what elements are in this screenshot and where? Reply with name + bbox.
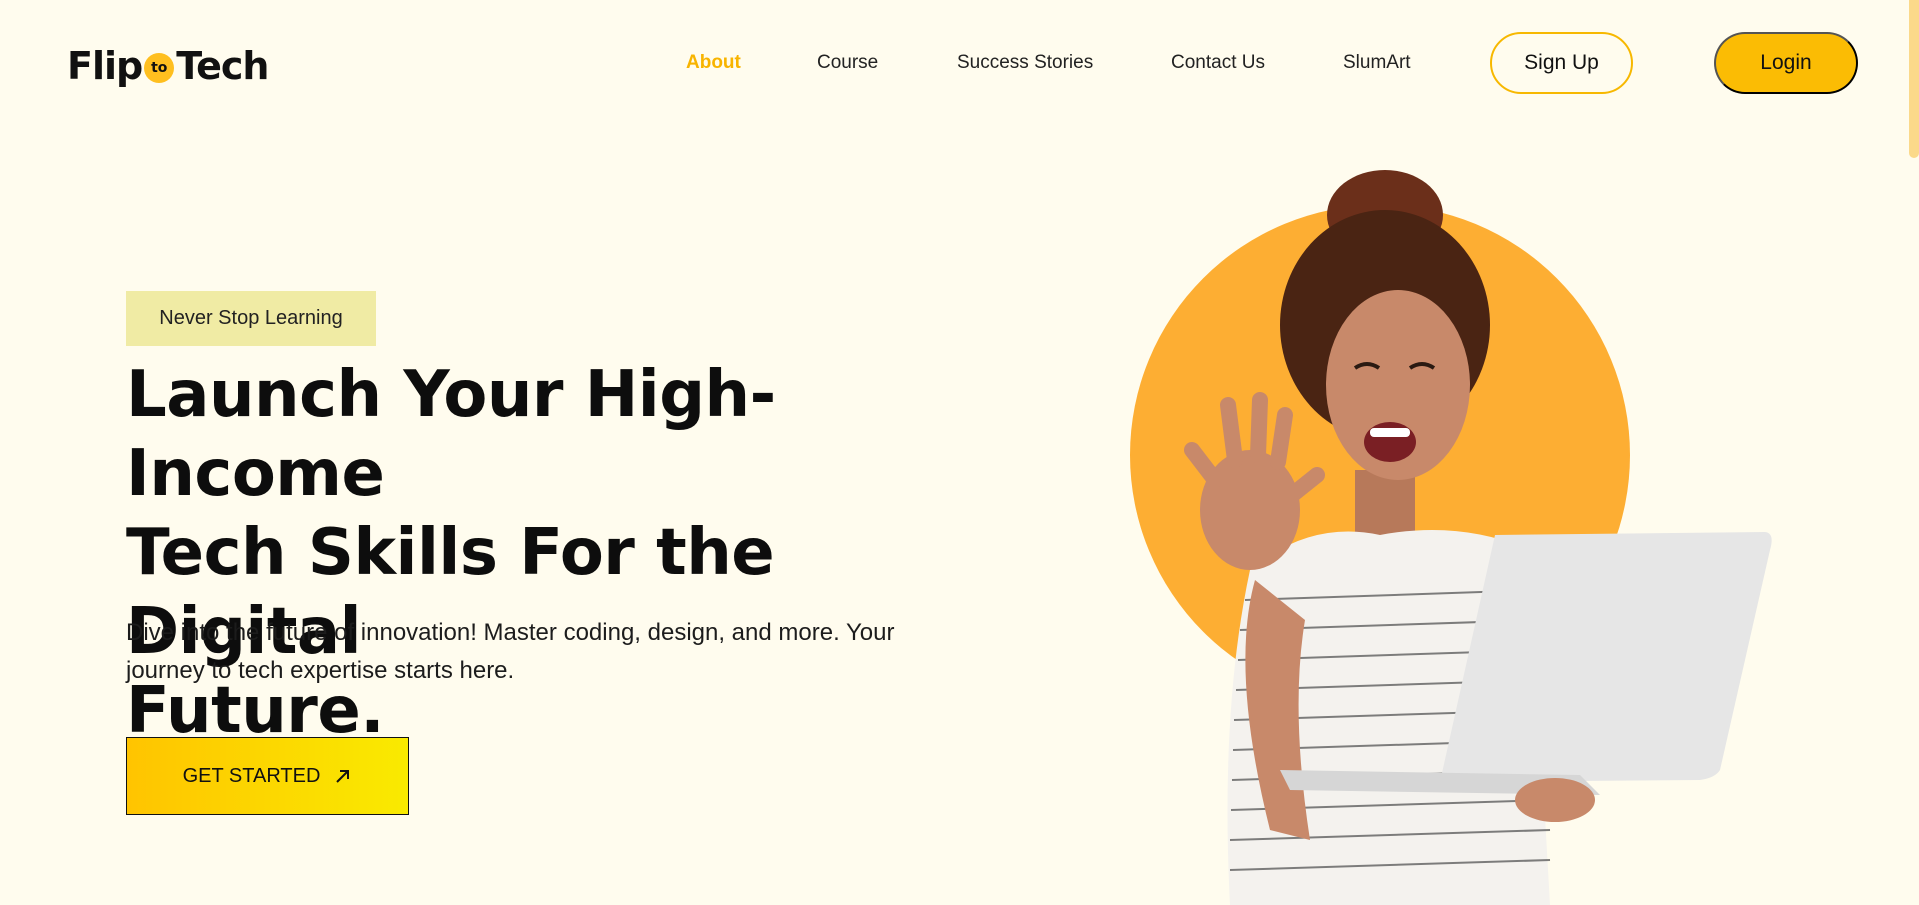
- logo-text-flip: Flip: [67, 44, 143, 88]
- tagline-text: Never Stop Learning: [159, 307, 343, 329]
- get-started-button[interactable]: GET STARTED: [126, 737, 409, 815]
- nav-link-slumart[interactable]: SlumArt: [1343, 52, 1411, 78]
- hero-subtext: Dive into the future of innovation! Mast…: [126, 614, 956, 690]
- sign-up-button[interactable]: Sign Up: [1490, 32, 1633, 94]
- headline-line: Launch Your High-Income: [126, 358, 776, 511]
- scrollbar-thumb[interactable]: [1909, 0, 1919, 158]
- nav-link-success-stories[interactable]: Success Stories: [957, 52, 1093, 78]
- hero-image: [1130, 170, 1772, 905]
- nav-link-about[interactable]: About: [686, 52, 741, 78]
- logo[interactable]: Flip to Tech: [67, 44, 269, 88]
- subtext-line: journey to tech expertise starts here.: [126, 657, 515, 684]
- subtext-line: Dive into the future of innovation! Mast…: [126, 619, 895, 646]
- arrow-up-right-icon: [336, 770, 350, 783]
- logo-text-tech: Tech: [176, 44, 269, 88]
- nav-link-course[interactable]: Course: [817, 52, 878, 78]
- hero-headline: Launch Your High-Income Tech Skills For …: [126, 356, 986, 751]
- tagline-badge: Never Stop Learning: [126, 291, 376, 346]
- login-button[interactable]: Login: [1714, 32, 1858, 94]
- logo-to-badge: to: [144, 53, 175, 83]
- get-started-label: GET STARTED: [182, 764, 321, 787]
- page: Flip to Tech About Course Success Storie…: [0, 0, 1919, 905]
- nav-link-contact-us[interactable]: Contact Us: [1171, 52, 1265, 78]
